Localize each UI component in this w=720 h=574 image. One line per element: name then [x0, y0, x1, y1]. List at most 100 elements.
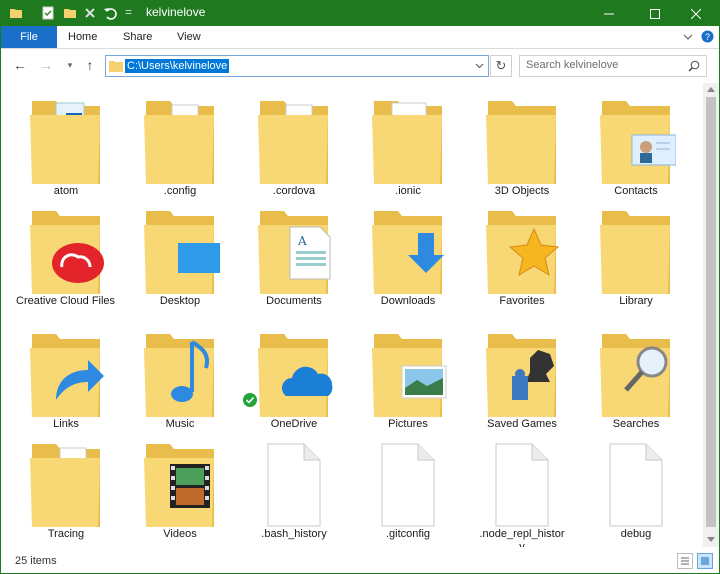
details-view-icon — [681, 557, 689, 565]
tab-home[interactable]: Home — [68, 26, 97, 48]
folder-icon — [109, 61, 123, 72]
creative-cloud-folder-icon — [30, 211, 104, 294]
item-label: atom — [53, 185, 79, 197]
search-placeholder: Search kelvinelove — [526, 59, 619, 71]
search-icon — [688, 60, 700, 72]
svg-text:A: A — [297, 234, 307, 248]
help-icon[interactable]: ? — [701, 30, 714, 43]
list-item-links[interactable]: Links — [11, 328, 121, 431]
refresh-icon: ↻ — [495, 58, 507, 73]
title-bar: = kelvinelove — [1, 1, 719, 26]
list-item-searches[interactable]: Searches — [581, 328, 691, 431]
list-item-atom[interactable]: atom — [11, 95, 121, 198]
ribbon-tabs: File Home Share View ? — [1, 26, 719, 49]
list-item-config[interactable]: .config — [125, 95, 235, 198]
links-folder-icon — [30, 334, 104, 417]
list-item-downloads[interactable]: Downloads — [353, 205, 463, 308]
item-label: Saved Games — [487, 418, 557, 430]
list-item-music[interactable]: Music — [125, 328, 235, 431]
folder-document-icon — [144, 101, 214, 184]
onedrive-folder-icon — [258, 334, 333, 417]
file-icon — [267, 443, 321, 527]
desktop-folder-icon — [144, 211, 220, 294]
item-label: 3D Objects — [494, 185, 550, 197]
arrow-right-icon: → — [39, 57, 53, 73]
scrollbar-thumb[interactable] — [706, 97, 716, 527]
arrow-up-icon: ↑ — [86, 57, 94, 73]
documents-folder-icon: A — [258, 211, 331, 294]
list-item-cordova[interactable]: .cordova — [239, 95, 349, 198]
minimize-icon — [604, 13, 614, 14]
list-item-desktop[interactable]: Desktop — [125, 205, 235, 308]
back-button[interactable]: ← — [13, 57, 27, 73]
item-label: .ionic — [395, 185, 421, 197]
folder-document-icon — [30, 444, 100, 527]
scroll-down-icon[interactable] — [707, 537, 715, 543]
large-icons-view-button[interactable] — [697, 553, 713, 569]
address-path[interactable]: C:\Users\kelvinelove — [125, 59, 230, 73]
up-button[interactable]: ↑ — [83, 57, 97, 73]
tab-file[interactable]: File — [1, 26, 57, 48]
large-icons-view-icon — [701, 557, 709, 565]
list-item-3d-objects[interactable]: 3D Objects — [467, 95, 577, 198]
undo-icon[interactable] — [103, 6, 117, 20]
list-item-creative-cloud-files[interactable]: Creative Cloud Files — [11, 205, 121, 308]
item-count: 25 items — [15, 555, 57, 567]
chevron-down-icon[interactable] — [683, 32, 693, 42]
list-item-documents[interactable]: A Documents — [239, 205, 349, 308]
item-label: .gitconfig — [385, 528, 431, 540]
list-item-contacts[interactable]: Contacts — [581, 95, 691, 198]
list-item-pictures[interactable]: Pictures — [353, 328, 463, 431]
close-icon — [691, 8, 701, 19]
scroll-up-icon[interactable] — [707, 86, 715, 92]
svg-text:?: ? — [705, 32, 710, 42]
item-label: .bash_history — [261, 528, 327, 540]
address-bar[interactable]: C:\Users\kelvinelove — [105, 55, 489, 77]
item-label: Searches — [612, 418, 660, 430]
list-item-bash-history[interactable]: .bash_history — [239, 438, 349, 541]
tab-share[interactable]: Share — [123, 26, 152, 48]
maximize-button[interactable] — [632, 1, 678, 26]
chevron-down-icon[interactable] — [475, 62, 484, 70]
tab-view[interactable]: View — [177, 26, 201, 48]
vertical-scrollbar[interactable] — [703, 83, 719, 547]
folder-document-icon — [30, 101, 100, 184]
folder-document-icon — [258, 101, 328, 184]
list-item-node-repl-history[interactable]: .node_repl_history — [467, 438, 577, 554]
contacts-folder-icon — [600, 101, 677, 184]
file-icon — [609, 443, 663, 527]
list-item-videos[interactable]: Videos — [125, 438, 235, 541]
sync-status-icon — [243, 393, 257, 407]
item-label: Contacts — [614, 185, 658, 197]
forward-button[interactable]: → — [39, 57, 53, 73]
list-item-ionic[interactable]: .ionic — [353, 95, 463, 198]
list-item-favorites[interactable]: Favorites — [467, 205, 577, 308]
delete-icon[interactable] — [83, 6, 97, 20]
item-label: .cordova — [272, 185, 316, 197]
item-label: Pictures — [388, 418, 428, 430]
chevron-down-icon: ▾ — [67, 59, 73, 70]
file-icon — [495, 443, 549, 527]
list-item-tracing[interactable]: Tracing — [11, 438, 121, 541]
close-button[interactable] — [673, 1, 719, 26]
item-label: .config — [163, 185, 197, 197]
list-item-gitconfig[interactable]: .gitconfig — [353, 438, 463, 541]
details-view-button[interactable] — [677, 553, 693, 569]
new-folder-icon[interactable] — [63, 6, 77, 20]
properties-icon[interactable] — [41, 6, 55, 20]
list-item-saved-games[interactable]: Saved Games — [467, 328, 577, 431]
status-bar: 25 items — [1, 547, 719, 573]
navigation-bar: ← → ▾ ↑ C:\Users\kelvinelove ↻ Search ke… — [1, 49, 719, 82]
list-item-debug[interactable]: debug — [581, 438, 691, 541]
list-item-library[interactable]: Library — [581, 205, 691, 308]
folder-icon[interactable] — [9, 6, 23, 20]
recent-locations-button[interactable]: ▾ — [63, 57, 77, 73]
item-label: Tracing — [47, 528, 85, 540]
minimize-button[interactable] — [586, 1, 632, 26]
refresh-button[interactable]: ↻ — [490, 55, 512, 77]
pictures-folder-icon — [372, 334, 447, 417]
list-item-onedrive[interactable]: OneDrive — [239, 328, 349, 431]
item-label: Links — [53, 418, 79, 430]
folder-icon — [600, 211, 670, 294]
search-input[interactable]: Search kelvinelove — [519, 55, 707, 77]
